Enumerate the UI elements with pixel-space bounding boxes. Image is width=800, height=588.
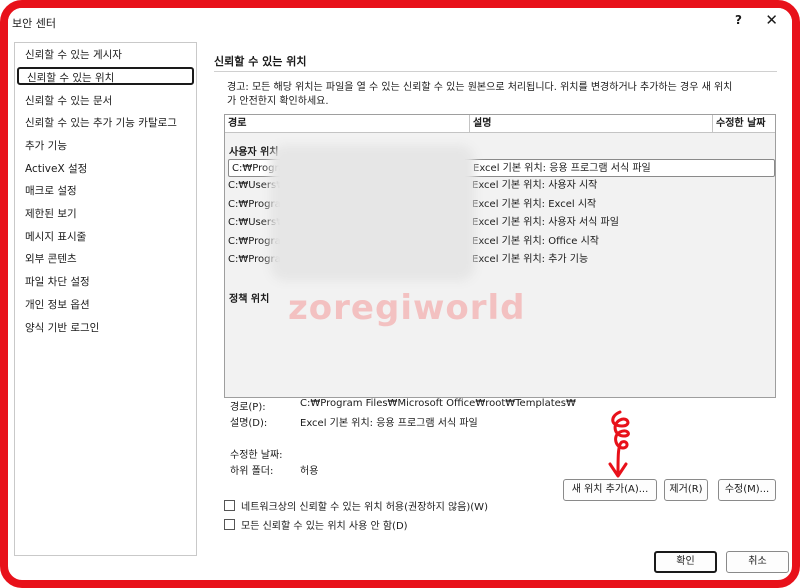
modified-date-label: 수정한 날짜: — [230, 450, 283, 461]
row-description: Excel 기본 위치: 추가 기능 — [472, 254, 589, 265]
sidebar: 신뢰할 수 있는 게시자 신뢰할 수 있는 위치 신뢰할 수 있는 문서 신뢰할… — [14, 42, 197, 556]
column-header-modified[interactable]: 수정한 날짜 — [713, 115, 775, 133]
row-path: C:₩Progra — [232, 163, 285, 174]
row-path: C:₩Progra — [228, 199, 281, 210]
help-button[interactable]: ? — [735, 13, 742, 27]
sidebar-item-trusted-publishers[interactable]: 신뢰할 수 있는 게시자 — [25, 46, 122, 64]
sidebar-item-trusted-documents[interactable]: 신뢰할 수 있는 문서 — [25, 92, 112, 110]
disable-all-locations-option[interactable]: 모든 신뢰할 수 있는 위치 사용 안 함(D) — [224, 519, 408, 535]
sidebar-item-trusted-locations[interactable]: 신뢰할 수 있는 위치 — [17, 67, 194, 85]
row-path: C:₩Users₩ — [228, 217, 287, 228]
section-title: 신뢰할 수 있는 위치 — [214, 55, 307, 68]
window-title: 보안 센터 — [12, 17, 56, 30]
screenshot-frame: 보안 센터 ? ✕ 신뢰할 수 있는 게시자 신뢰할 수 있는 위치 신뢰할 수… — [0, 0, 800, 588]
ok-button[interactable]: 확인 — [654, 551, 717, 573]
column-header-path[interactable]: 경로 — [225, 115, 469, 133]
sidebar-item-form-sign-in[interactable]: 양식 기반 로그인 — [25, 319, 99, 337]
description-value: Excel 기본 위치: 응용 프로그램 서식 파일 — [300, 418, 478, 429]
sidebar-item-privacy-options[interactable]: 개인 정보 옵션 — [25, 296, 90, 314]
column-header-description[interactable]: 설명 — [470, 115, 712, 133]
row-description: Excel 기본 위치: 응용 프로그램 서식 파일 — [473, 163, 651, 174]
remove-button[interactable]: 제거(R) — [664, 479, 708, 501]
warning-line-1: 경고: 모든 해당 위치는 파일을 열 수 있는 신뢰할 수 있는 원본으로 처… — [227, 82, 733, 93]
allow-network-locations-option[interactable]: 네트워크상의 신뢰할 수 있는 위치 허용(권장하지 않음)(W) — [224, 500, 488, 516]
sidebar-item-activex[interactable]: ActiveX 설정 — [25, 160, 87, 178]
sidebar-item-external-content[interactable]: 외부 콘텐츠 — [25, 250, 77, 268]
row-description: Excel 기본 위치: Office 시작 — [472, 236, 599, 247]
arrow-annotation-icon — [608, 410, 630, 478]
add-location-button[interactable]: 새 위치 추가(A)... — [563, 479, 657, 501]
sidebar-item-file-block[interactable]: 파일 차단 설정 — [25, 273, 90, 291]
sidebar-item-macro-settings[interactable]: 매크로 설정 — [25, 182, 77, 200]
group-policy-locations: 정책 위치 — [229, 294, 270, 305]
cancel-button[interactable]: 취소 — [726, 551, 789, 573]
row-path: C:₩Users₩ — [228, 180, 287, 191]
sidebar-item-protected-view[interactable]: 제한된 보기 — [25, 205, 77, 223]
row-path: C:₩Progra — [228, 254, 281, 265]
close-icon[interactable]: ✕ — [765, 11, 778, 29]
subfolders-label: 하위 폴더: — [230, 466, 274, 477]
sidebar-item-trusted-addin-catalogs[interactable]: 신뢰할 수 있는 추가 기능 카탈로그 — [25, 114, 177, 132]
sidebar-item-message-bar[interactable]: 메시지 표시줄 — [25, 228, 86, 246]
blurred-region — [280, 155, 465, 271]
modify-button[interactable]: 수정(M)... — [718, 479, 776, 501]
title-bar: 보안 센터 ? ✕ — [8, 8, 792, 42]
locations-list[interactable]: 경로 설명 수정한 날짜 사용자 위치 C:₩Progra Excel 기본 위… — [224, 114, 776, 398]
subfolders-value: 허용 — [300, 466, 319, 477]
row-description: Excel 기본 위치: 사용자 시작 — [472, 180, 598, 191]
disable-all-label: 모든 신뢰할 수 있는 위치 사용 안 함(D) — [241, 521, 408, 532]
watermark: zoregiworld — [288, 288, 526, 328]
group-user-locations: 사용자 위치 — [229, 147, 279, 158]
warning-text: 경고: 모든 해당 위치는 파일을 열 수 있는 신뢰할 수 있는 원본으로 처… — [227, 81, 779, 109]
section-divider — [214, 71, 777, 72]
allow-network-label: 네트워크상의 신뢰할 수 있는 위치 허용(권장하지 않음)(W) — [241, 502, 488, 513]
path-label: 경로(P): — [230, 402, 266, 413]
warning-line-2: 가 안전한지 확인하세요. — [227, 96, 329, 107]
path-value: C:₩Program Files₩Microsoft Office₩root₩T… — [300, 398, 576, 409]
allow-network-checkbox[interactable] — [224, 500, 235, 511]
row-description: Excel 기본 위치: Excel 시작 — [472, 199, 597, 210]
row-path: C:₩Progra — [228, 236, 281, 247]
disable-all-checkbox[interactable] — [224, 519, 235, 530]
row-description: Excel 기본 위치: 사용자 서식 파일 — [472, 217, 619, 228]
description-label: 설명(D): — [230, 418, 268, 429]
sidebar-item-addins[interactable]: 추가 기능 — [25, 137, 67, 155]
list-header: 경로 설명 수정한 날짜 — [225, 115, 775, 133]
